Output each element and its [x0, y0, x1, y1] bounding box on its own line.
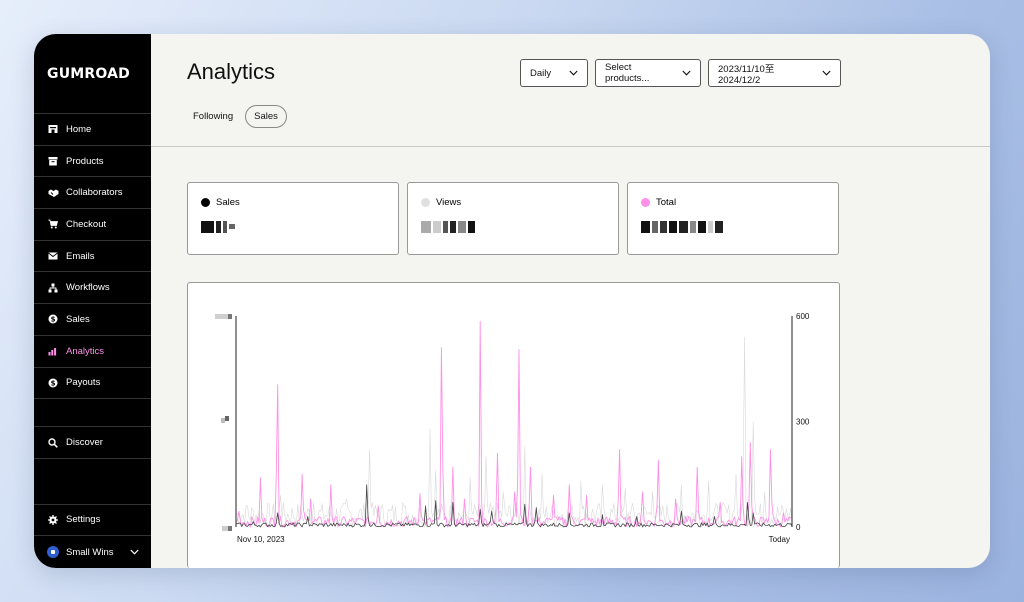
granularity-select[interactable]: Daily — [520, 59, 588, 87]
analytics-tabs: Following Sales — [187, 105, 287, 128]
left-axis-ticks-redacted — [215, 314, 232, 531]
stat-label: Total — [641, 197, 676, 208]
svg-text:$: $ — [51, 379, 56, 387]
archive-icon — [47, 155, 59, 167]
svg-text:$: $ — [51, 316, 56, 324]
sidebar-item-label: Workflows — [66, 282, 110, 294]
workflow-icon — [47, 282, 59, 294]
stat-label-text: Total — [656, 197, 677, 208]
account-switcher[interactable]: Small Wins — [34, 536, 151, 568]
date-range-select[interactable]: 2023/11/10至2024/12/2 — [708, 59, 841, 87]
avatar — [47, 546, 59, 559]
tab-sales[interactable]: Sales — [245, 105, 287, 128]
analytics-chart[interactable]: 600 300 0 Nov 10, 2023 Today — [188, 283, 841, 568]
date-range-value: 2023/11/10至2024/12/2 — [718, 63, 775, 86]
gear-icon — [47, 514, 59, 526]
sidebar-item-label: Sales — [66, 313, 90, 325]
sidebar-item-discover[interactable]: Discover — [34, 427, 151, 459]
legend-dot — [201, 198, 210, 207]
sidebar-item-products[interactable]: Products — [34, 146, 151, 178]
product-select[interactable]: Select products... — [595, 59, 701, 87]
main-content: Analytics Following Sales Daily Select p… — [151, 34, 990, 568]
sidebar: GUMROAD Home Products Collaborators Chec… — [34, 34, 151, 568]
stat-label-text: Views — [436, 197, 462, 208]
cart-icon — [47, 218, 59, 230]
left-axis-tick-redacted — [228, 314, 232, 319]
search-icon — [47, 437, 59, 449]
x-axis-end-label: Today — [769, 535, 790, 544]
filter-controls: Daily Select products... 2023/11/10至2024… — [520, 59, 841, 87]
stat-card-sales: Sales — [187, 182, 399, 255]
stat-card-views: Views — [407, 182, 619, 255]
bar-chart-icon — [47, 345, 59, 357]
sidebar-item-settings[interactable]: Settings — [34, 505, 151, 537]
legend-dot — [641, 198, 650, 207]
right-axis-tick: 600 — [796, 312, 810, 321]
envelope-icon — [47, 250, 59, 262]
analytics-chart-panel: 600 300 0 Nov 10, 2023 Today — [187, 282, 840, 568]
dollar-circle-icon: $ — [47, 313, 59, 325]
account-name: Small Wins — [66, 546, 114, 558]
legend-dot — [421, 198, 430, 207]
left-axis-tick-redacted — [222, 526, 228, 531]
sidebar-item-sales[interactable]: $ Sales — [34, 304, 151, 336]
sidebar-item-analytics[interactable]: Analytics — [34, 336, 151, 368]
chart-series-group — [235, 320, 793, 528]
sidebar-item-emails[interactable]: Emails — [34, 241, 151, 273]
tab-following[interactable]: Following — [187, 105, 239, 128]
page-title: Analytics — [187, 59, 276, 84]
sidebar-item-workflows[interactable]: Workflows — [34, 272, 151, 305]
stat-value-redacted — [421, 218, 477, 233]
sidebar-item-label: Emails — [66, 250, 95, 262]
sidebar-item-label: Payouts — [66, 377, 101, 389]
sidebar-spacer — [34, 459, 151, 505]
home-icon — [47, 123, 59, 135]
series-line-total — [235, 320, 793, 528]
left-axis-tick-redacted — [221, 418, 225, 423]
sidebar-item-label: Checkout — [66, 218, 107, 230]
sidebar-item-label: Analytics — [66, 345, 105, 357]
sidebar-item-label: Products — [66, 155, 104, 167]
right-axis-tick: 0 — [796, 523, 801, 532]
stat-label-text: Sales — [216, 197, 240, 208]
stat-value-redacted — [201, 218, 237, 233]
sidebar-item-checkout[interactable]: Checkout — [34, 209, 151, 241]
sidebar-item-label: Home — [66, 123, 92, 135]
left-axis-tick-redacted — [215, 314, 229, 319]
sidebar-item-label: Collaborators — [66, 187, 123, 199]
chevron-down-icon — [130, 547, 139, 558]
product-select-value: Select products... — [605, 62, 650, 84]
sidebar-item-collaborators[interactable]: Collaborators — [34, 177, 151, 210]
sidebar-item-label: Discover — [66, 437, 103, 449]
stat-label: Views — [421, 197, 461, 208]
stat-value-redacted — [641, 218, 725, 233]
dollar-circle-icon: $ — [47, 377, 59, 389]
chevron-down-icon — [569, 68, 578, 78]
left-axis-tick-redacted — [225, 416, 229, 421]
chevron-down-icon — [682, 68, 691, 78]
sidebar-item-payouts[interactable]: $ Payouts — [34, 368, 151, 400]
stat-card-total: Total — [627, 182, 839, 255]
sidebar-spacer — [34, 399, 151, 428]
stat-label: Sales — [201, 197, 240, 208]
left-axis-tick-redacted — [228, 526, 232, 531]
sidebar-item-label: Settings — [66, 514, 101, 526]
right-axis-tick: 300 — [796, 418, 810, 427]
gumroad-logo[interactable]: GUMROAD — [34, 34, 151, 114]
handshake-icon — [47, 187, 59, 199]
page-header: Analytics Following Sales Daily Select p… — [151, 34, 990, 147]
sidebar-item-home[interactable]: Home — [34, 114, 151, 146]
app-window: GUMROAD Home Products Collaborators Chec… — [34, 34, 990, 568]
granularity-value: Daily — [530, 67, 552, 79]
chevron-down-icon — [822, 68, 831, 78]
x-axis-start-label: Nov 10, 2023 — [237, 535, 285, 544]
